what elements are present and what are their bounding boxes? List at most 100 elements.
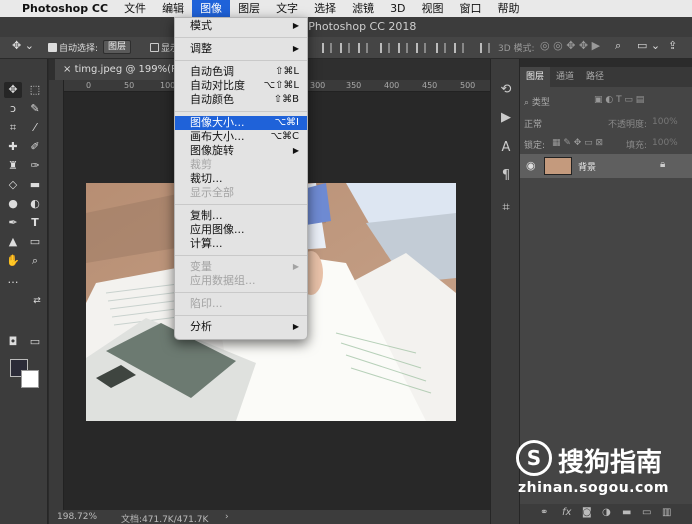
link-layers-icon[interactable]: ⚭: [540, 507, 548, 518]
image-menu-item[interactable]: 图像大小... ⌥⌘I: [175, 116, 307, 130]
image-menu-item[interactable]: 计算...: [175, 237, 307, 251]
image-menu-item[interactable]: 自动颜色 ⇧⌘B: [175, 93, 307, 107]
fx-icon[interactable]: fx: [562, 507, 571, 518]
layer-filter-dropdown[interactable]: ⌕ 类型: [524, 95, 550, 108]
rectangle-tool-icon[interactable]: ▭: [26, 234, 44, 250]
layer-name[interactable]: 背景: [578, 160, 596, 173]
auto-align-icon[interactable]: [480, 43, 490, 53]
image-menu-item[interactable]: 画布大小... ⌥⌘C: [175, 130, 307, 144]
zoom-tool-icon[interactable]: ⌕: [26, 253, 44, 269]
character-panel-icon[interactable]: A: [497, 139, 515, 157]
new-layer-icon[interactable]: ▭: [642, 507, 651, 518]
tab-layers[interactable]: 图层: [520, 67, 551, 87]
opacity-value[interactable]: 100%: [652, 117, 678, 127]
app-name-menu[interactable]: Photoshop CC: [22, 2, 116, 15]
status-arrow-icon[interactable]: ›: [225, 512, 229, 522]
menu-select[interactable]: 选择: [306, 0, 344, 17]
history-brush-tool-icon[interactable]: ✑: [26, 158, 44, 174]
blend-mode-dropdown[interactable]: 正常: [524, 117, 542, 130]
quick-mask-icon[interactable]: ◘: [4, 334, 22, 350]
share-icon[interactable]: ⇪: [668, 39, 677, 52]
menu-item-shortcut: ⇧⌘B: [273, 94, 299, 105]
image-menu-item[interactable]: 复制...: [175, 209, 307, 223]
path-select-tool-icon[interactable]: ▲: [4, 234, 22, 250]
eye-icon[interactable]: ◉: [526, 159, 536, 172]
lock-icon[interactable]: 🔒︎: [660, 159, 665, 170]
pen-tool-icon[interactable]: ✒: [4, 215, 22, 231]
menu-view[interactable]: 视图: [414, 0, 452, 17]
align-left-icon[interactable]: [322, 43, 332, 53]
dodge-tool-icon[interactable]: ◐: [26, 196, 44, 212]
auto-select-target-value: 图层: [103, 40, 132, 54]
layer-row-background[interactable]: ◉ 背景 🔒︎: [520, 154, 692, 178]
distribute-left-icon[interactable]: [436, 43, 446, 53]
move-tool-icon[interactable]: ✥ ⌄: [12, 39, 34, 52]
image-menu-item[interactable]: 调整 ▶: [175, 42, 307, 56]
adjustment-layer-icon[interactable]: ◑: [602, 507, 611, 518]
distribute-middle-icon[interactable]: [398, 43, 408, 53]
menu-layer[interactable]: 图层: [230, 0, 268, 17]
auto-select-target-dropdown[interactable]: 图层: [103, 40, 132, 54]
menu-window[interactable]: 窗口: [452, 0, 490, 17]
hand-tool-icon[interactable]: ✋: [4, 253, 22, 269]
image-menu-item[interactable]: 分析 ▶: [175, 320, 307, 334]
properties-panel-icon[interactable]: ⌗: [497, 199, 515, 217]
actions-panel-icon[interactable]: ▶: [497, 109, 515, 127]
marquee-tool-icon[interactable]: ⬚: [26, 82, 44, 98]
menu-filter[interactable]: 滤镜: [344, 0, 382, 17]
menu-3d[interactable]: 3D: [382, 0, 413, 17]
layer-filter-icons[interactable]: ▣ ◐ T ▭ ▤: [594, 95, 644, 105]
image-menu-item[interactable]: 应用图像...: [175, 223, 307, 237]
eraser-tool-icon[interactable]: ◇: [4, 177, 22, 193]
3d-tools-icon[interactable]: ◎ ◎ ✥ ✥ ▶: [540, 39, 600, 52]
menu-file[interactable]: 文件: [116, 0, 154, 17]
trash-icon[interactable]: ▥: [662, 507, 671, 518]
image-menu-item[interactable]: 自动对比度 ⌥⇧⌘L: [175, 79, 307, 93]
ruler-mark: 0: [86, 81, 92, 90]
mask-icon[interactable]: ◙: [582, 507, 592, 518]
crop-tool-icon[interactable]: ⌗: [4, 120, 22, 136]
blur-tool-icon[interactable]: ●: [4, 196, 22, 212]
lasso-tool-icon[interactable]: ↄ: [4, 101, 22, 117]
brush-tool-icon[interactable]: ✐: [26, 139, 44, 155]
background-color-swatch[interactable]: [21, 370, 39, 388]
more-tools-icon[interactable]: …: [4, 272, 22, 288]
quick-select-tool-icon[interactable]: ✎: [26, 101, 44, 117]
tab-paths[interactable]: 路径: [580, 67, 610, 87]
clone-stamp-tool-icon[interactable]: ♜: [4, 158, 22, 174]
align-right-icon[interactable]: [358, 43, 368, 53]
align-center-icon[interactable]: [340, 43, 350, 53]
lock-icons[interactable]: ▦ ✎ ✥ ▭ ⊠: [552, 138, 603, 148]
distribute-right-icon[interactable]: [454, 43, 464, 53]
distribute-top-icon[interactable]: [380, 43, 390, 53]
tab-channels[interactable]: 通道: [550, 67, 580, 87]
menu-image[interactable]: 图像: [192, 0, 231, 17]
image-menu-item[interactable]: 裁切...: [175, 172, 307, 186]
move-tool-icon[interactable]: ✥: [4, 82, 22, 98]
fill-value[interactable]: 100%: [652, 138, 678, 148]
swap-colors-icon[interactable]: ⇄: [28, 293, 46, 309]
screen-mode-icon[interactable]: ▭: [26, 334, 44, 350]
workspace-icon[interactable]: ▭ ⌄: [637, 39, 660, 52]
zoom-level[interactable]: 198.72%: [57, 512, 97, 522]
image-menu-item[interactable]: 自动色调 ⇧⌘L: [175, 65, 307, 79]
auto-select-checkbox[interactable]: 自动选择:: [48, 41, 98, 54]
type-tool-icon[interactable]: T: [26, 215, 44, 231]
image-menu-item[interactable]: 图像旋转 ▶: [175, 144, 307, 158]
distribute-bottom-icon[interactable]: [416, 43, 426, 53]
paragraph-panel-icon[interactable]: ¶: [497, 167, 515, 185]
image-menu-item: 陷印...: [175, 297, 307, 311]
menu-type[interactable]: 文字: [268, 0, 306, 17]
group-icon[interactable]: ▬: [622, 507, 631, 518]
tab-close-icon[interactable]: ×: [63, 64, 71, 75]
healing-brush-tool-icon[interactable]: ✚: [4, 139, 22, 155]
history-panel-icon[interactable]: ⟲: [497, 81, 515, 99]
menu-help[interactable]: 帮助: [490, 0, 528, 17]
search-icon[interactable]: ⌕: [615, 39, 621, 53]
search-icon: ⌕: [524, 98, 532, 108]
vertical-ruler: [49, 80, 64, 510]
image-menu-item[interactable]: 模式 ▶: [175, 19, 307, 33]
eyedropper-tool-icon[interactable]: ⁄: [26, 120, 44, 136]
gradient-tool-icon[interactable]: ▬: [26, 177, 44, 193]
menu-edit[interactable]: 编辑: [154, 0, 192, 17]
